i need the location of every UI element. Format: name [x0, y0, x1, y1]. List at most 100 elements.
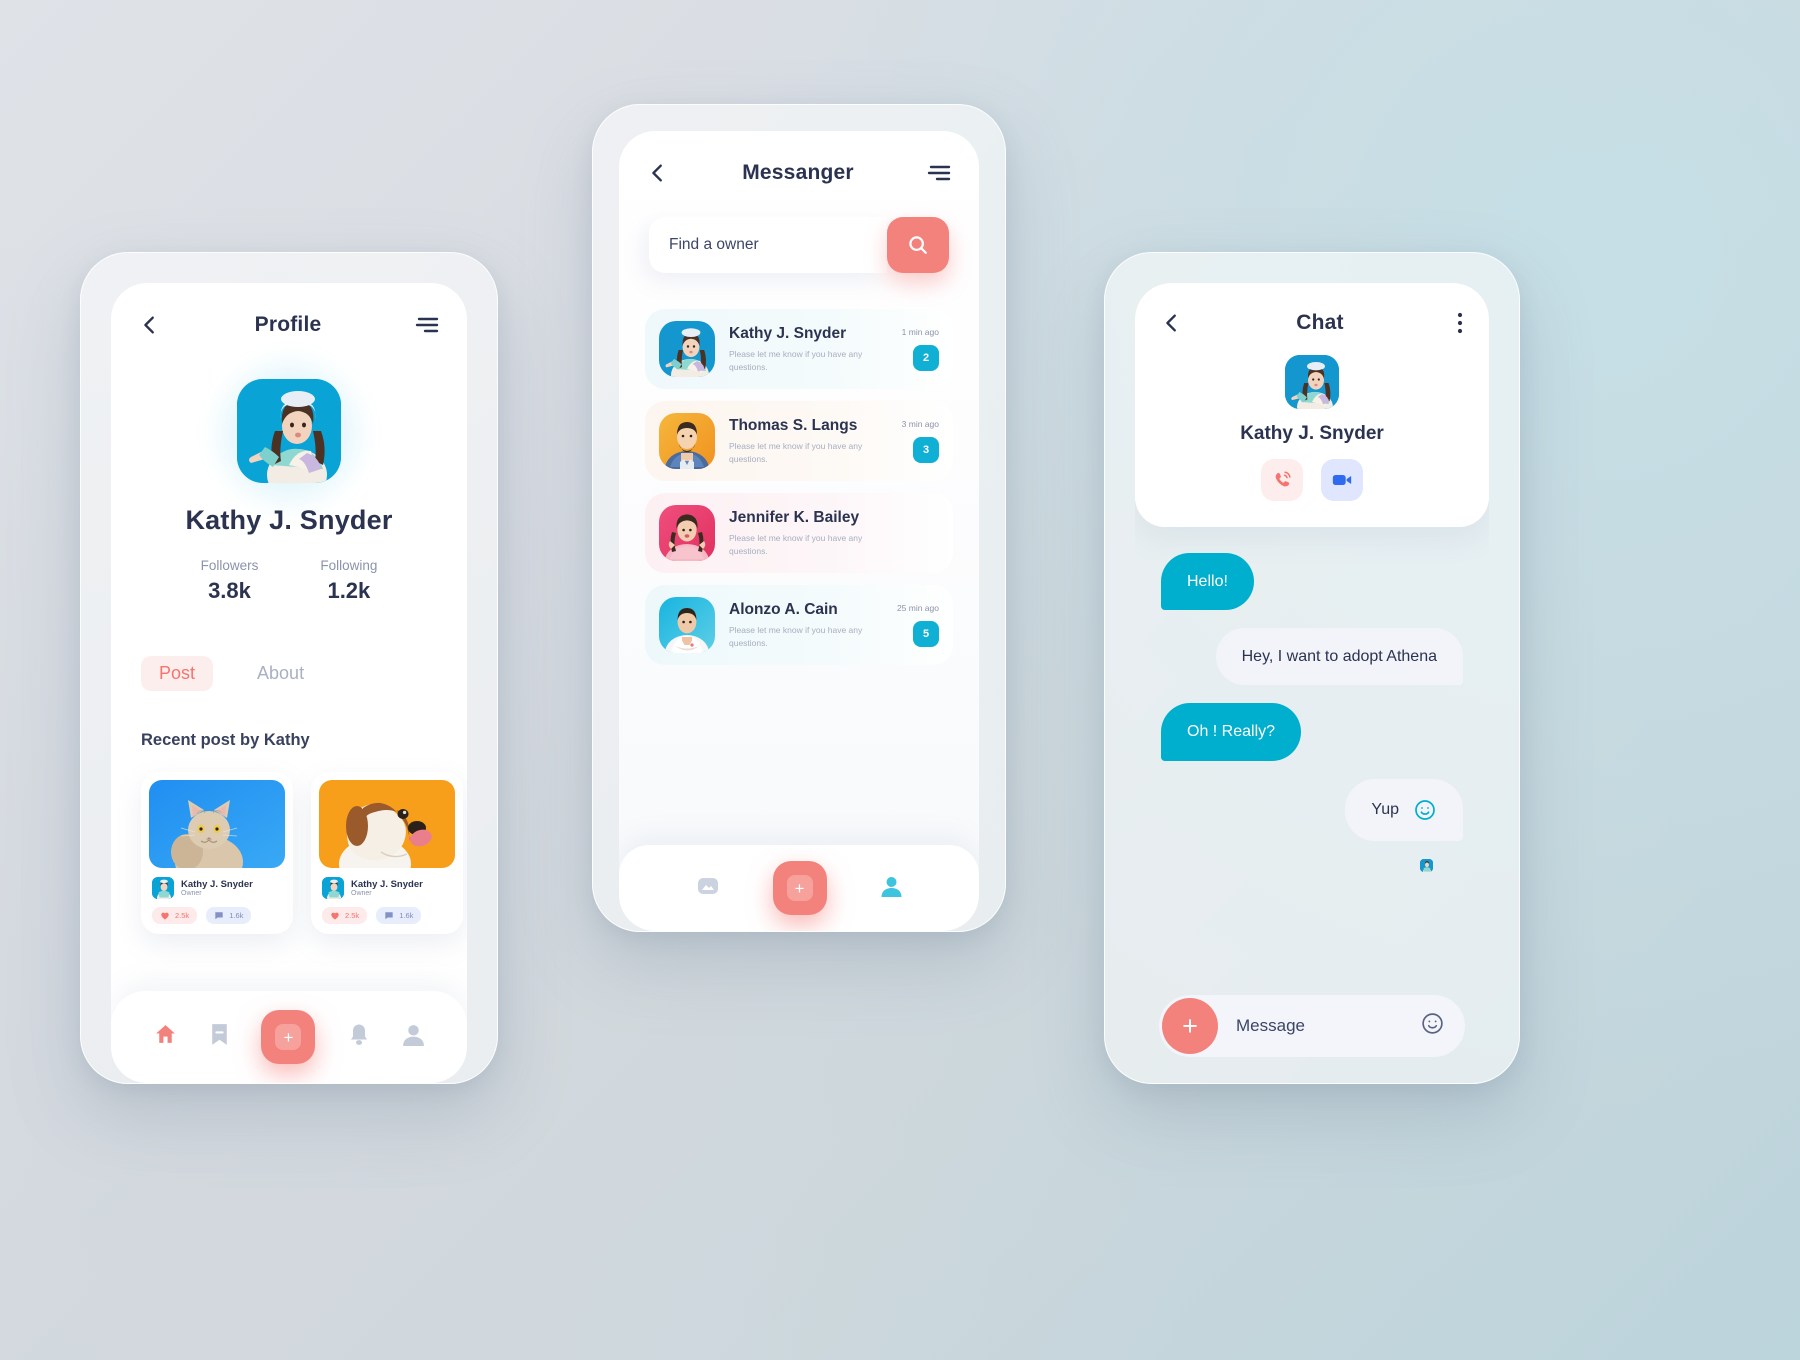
tab-about[interactable]: About: [239, 656, 322, 691]
dots-vertical-icon[interactable]: [1457, 311, 1463, 335]
list-item[interactable]: Jennifer K. Bailey Please let me know if…: [645, 493, 953, 573]
page-title: Messanger: [742, 161, 854, 184]
message-preview: Please let me know if you have any quest…: [729, 533, 863, 556]
filter-lines-icon[interactable]: [415, 316, 439, 334]
unread-badge: 3: [913, 437, 939, 463]
post-author: Kathy J. Snyder Owner: [149, 868, 285, 899]
recent-post-heading: Recent post by Kathy: [141, 731, 310, 749]
avatar: [659, 321, 715, 377]
contact-name: Kathy J. Snyder: [729, 325, 847, 343]
search-button[interactable]: [887, 217, 949, 273]
nav-bookmark-icon[interactable]: [210, 1022, 229, 1052]
timestamp: 25 min ago: [896, 603, 939, 613]
contact-name: Thomas S. Langs: [729, 417, 858, 435]
like-chip[interactable]: 2.5k: [152, 907, 198, 924]
post-thumbnail-cat: [149, 780, 285, 868]
messenger-header: Messanger: [619, 131, 979, 185]
nav-bell-icon[interactable]: [348, 1022, 370, 1052]
post-author-name: Kathy J. Snyder: [351, 878, 423, 890]
list-item-meta: 1 min ago 2: [877, 327, 939, 371]
timestamp: 3 min ago: [901, 419, 939, 429]
list-item-text: Kathy J. Snyder Please let me know if yo…: [729, 325, 863, 373]
nav-add-button[interactable]: +: [772, 861, 827, 915]
plus-icon: +: [275, 1024, 302, 1050]
comment-count: 1.6k: [399, 911, 414, 920]
post-list: Kathy J. Snyder Owner 2.5k 1.6k Kathy J.…: [111, 772, 467, 934]
contact-name: Kathy J. Snyder: [1240, 423, 1384, 444]
message-bubble-outgoing: Hello!: [1161, 553, 1254, 611]
post-author-name: Kathy J. Snyder: [181, 878, 253, 890]
nav-home-icon[interactable]: [153, 1022, 178, 1052]
messenger-bottom-nav: +: [619, 845, 979, 931]
page-title: Chat: [1296, 311, 1344, 334]
list-item[interactable]: Alonzo A. Cain Please let me know if you…: [645, 585, 953, 665]
list-item-text: Thomas S. Langs Please let me know if yo…: [729, 417, 863, 465]
smiley-icon: [1422, 1013, 1443, 1034]
nav-image-icon[interactable]: [696, 874, 720, 903]
read-receipt-avatar: [1420, 858, 1433, 872]
like-count: 2.5k: [175, 911, 190, 920]
plus-icon: +: [786, 875, 813, 901]
message-input[interactable]: Message: [1218, 1016, 1420, 1036]
message-preview: Please let me know if you have any quest…: [729, 349, 863, 372]
phone-frame-profile: Profile Kathy J. Snyder Followers 3.8k F…: [80, 252, 498, 1084]
back-icon[interactable]: [139, 314, 161, 336]
message-row: Hello!: [1161, 553, 1463, 611]
messenger-screen: Messanger Find a owner Kathy J. Snyder P…: [619, 131, 979, 931]
page-title: Profile: [254, 313, 322, 336]
voice-call-button[interactable]: [1261, 459, 1303, 501]
chat-screen: Chat Kathy J. Snyder Hello! Hey, I want …: [1135, 283, 1489, 1083]
back-icon[interactable]: [1161, 312, 1183, 334]
search-row: Find a owner: [619, 217, 979, 273]
tab-post[interactable]: Post: [141, 656, 214, 691]
like-chip[interactable]: 2.5k: [322, 907, 368, 924]
phone-frame-chat: Chat Kathy J. Snyder Hello! Hey, I want …: [1104, 252, 1520, 1084]
nav-profile-icon[interactable]: [402, 1022, 425, 1052]
message-input-bar: + Message: [1159, 995, 1465, 1057]
timestamp: 1 min ago: [901, 327, 939, 337]
stat-label: Following: [320, 558, 378, 573]
list-item-text: Jennifer K. Bailey Please let me know if…: [729, 509, 863, 557]
post-actions: 2.5k 1.6k: [319, 899, 455, 924]
chat-header: Chat: [1161, 311, 1463, 335]
phone-frame-messenger: Messanger Find a owner Kathy J. Snyder P…: [592, 104, 1006, 932]
heart-icon: [161, 912, 169, 920]
smiley-icon: [1415, 799, 1435, 820]
profile-stats: Followers 3.8k Following 1.2k: [111, 558, 467, 604]
avatar: [659, 505, 715, 561]
avatar: [659, 413, 715, 469]
stat-followers: Followers 3.8k: [201, 558, 259, 604]
unread-badge: 5: [913, 621, 939, 647]
post-card[interactable]: Kathy J. Snyder Owner 2.5k 1.6k: [141, 772, 293, 934]
post-author-avatar: [152, 877, 174, 899]
list-item[interactable]: Thomas S. Langs Please let me know if yo…: [645, 401, 953, 481]
profile-bottom-nav: +: [111, 991, 467, 1083]
attach-button[interactable]: +: [1162, 998, 1218, 1054]
list-item[interactable]: Kathy J. Snyder Please let me know if yo…: [645, 309, 953, 389]
post-author-role: Owner: [181, 890, 202, 898]
contact-name: Alonzo A. Cain: [729, 601, 838, 619]
stat-following: Following 1.2k: [320, 558, 377, 604]
chat-contact-card: Chat Kathy J. Snyder: [1135, 283, 1489, 527]
back-icon[interactable]: [647, 162, 669, 184]
search-input[interactable]: Find a owner: [649, 217, 887, 273]
comment-icon: [385, 912, 393, 920]
message-preview: Please let me know if you have any quest…: [729, 625, 863, 648]
chat-actions: [1161, 459, 1463, 501]
nav-add-button[interactable]: +: [261, 1010, 316, 1064]
message-thread: Hello! Hey, I want to adopt Athena Oh ! …: [1135, 527, 1489, 872]
like-count: 2.5k: [345, 911, 360, 920]
emoji-button[interactable]: [1420, 1011, 1445, 1041]
post-card[interactable]: Kathy J. Snyder Owner 2.5k 1.6k: [311, 772, 463, 934]
read-receipt: [1161, 858, 1463, 872]
filter-lines-icon[interactable]: [927, 164, 951, 182]
comment-chip[interactable]: 1.6k: [376, 907, 422, 924]
post-actions: 2.5k 1.6k: [149, 899, 285, 924]
list-item-meta: 25 min ago 5: [877, 603, 939, 647]
video-call-button[interactable]: [1321, 459, 1363, 501]
comment-chip[interactable]: 1.6k: [206, 907, 252, 924]
nav-profile-icon[interactable]: [880, 874, 903, 903]
message-bubble-incoming: Hey, I want to adopt Athena: [1215, 628, 1463, 686]
profile-screen: Profile Kathy J. Snyder Followers 3.8k F…: [111, 283, 467, 1083]
message-row: Oh ! Really?: [1161, 703, 1463, 761]
